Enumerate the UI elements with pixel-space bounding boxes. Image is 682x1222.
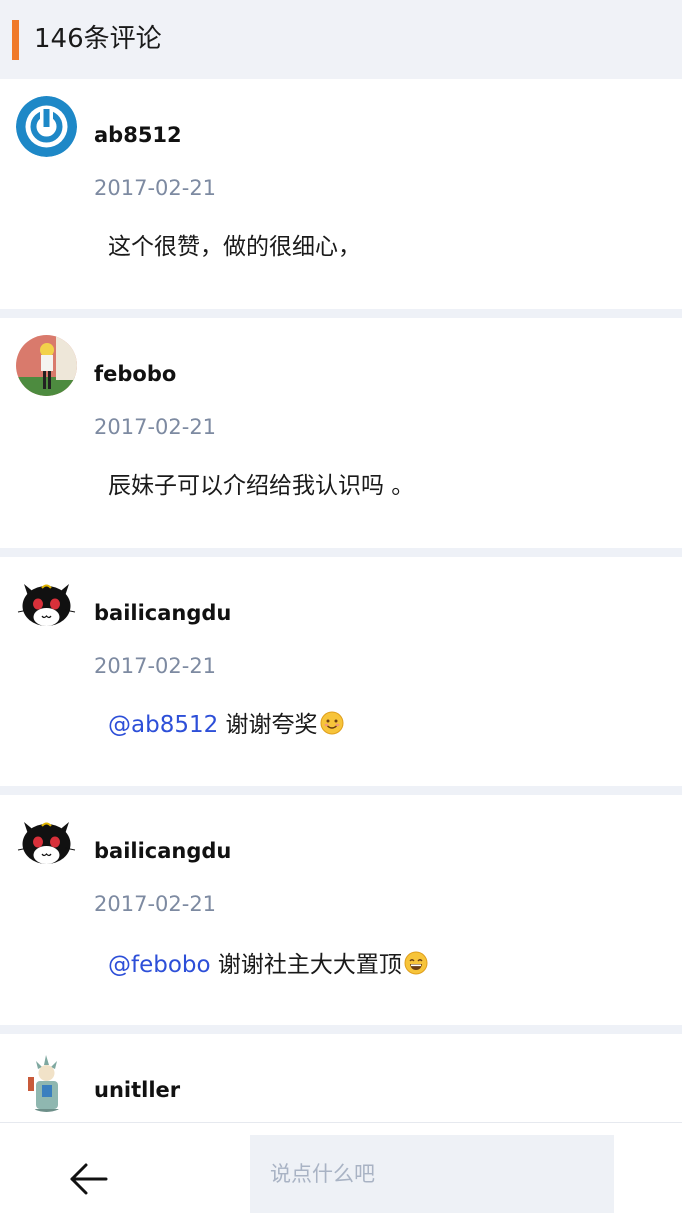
comment-username[interactable]: ab8512 [94,121,182,149]
comment-separator [0,548,682,557]
comment-item: febobo 2017-02-21 辰妹子可以介绍给我认识吗 。 [0,318,682,548]
comment-item: unitller [0,1034,682,1122]
comment-body: 谢谢夸奖 [225,712,318,738]
comment-item: bailicangdu 2017-02-21 @febobo 谢谢社主大大置顶 [0,795,682,1025]
user-avatar[interactable] [16,96,77,157]
comment-username[interactable]: bailicangdu [94,599,231,627]
comment-separator [0,309,682,318]
mention-link[interactable]: @ab8512 [108,712,218,738]
comment-username[interactable]: bailicangdu [94,837,231,865]
statue-avatar-icon [16,1051,77,1112]
user-avatar[interactable] [16,812,77,873]
comment-body: 谢谢社主大大置顶 [217,952,402,978]
comment-text: @febobo 谢谢社主大大置顶 [108,949,428,981]
comment-item: ab8512 2017-02-21 这个很赞，做的很细心， [0,79,682,309]
user-avatar[interactable] [16,1051,77,1112]
comment-date: 2017-02-21 [94,892,217,916]
mention-link[interactable]: @febobo [108,952,211,978]
black-cat-avatar-icon [16,574,77,635]
comment-username[interactable]: febobo [94,360,176,388]
comment-date: 2017-02-21 [94,654,217,678]
black-cat-avatar-icon [16,812,77,873]
comment-date: 2017-02-21 [94,176,217,200]
comment-text: 辰妹子可以介绍给我认识吗 。 [108,470,414,502]
comment-username[interactable]: unitller [94,1076,180,1104]
power-logo-avatar-icon [16,96,77,157]
comment-separator [0,786,682,795]
grin-emoji-icon [404,951,428,975]
comment-input[interactable] [250,1135,614,1213]
back-button[interactable] [64,1159,112,1199]
photo-avatar-icon [16,335,77,396]
comment-separator [0,1025,682,1034]
comment-body: 这个很赞，做的很细心， [108,234,361,260]
comment-text: 这个很赞，做的很细心， [108,231,361,263]
comment-text: @ab8512 谢谢夸奖 [108,709,344,741]
comment-count-title: 146条评论 [34,24,162,54]
user-avatar[interactable] [16,574,77,635]
bottom-action-bar [0,1122,682,1222]
header-accent-bar [12,20,19,60]
smile-emoji-icon [320,711,344,735]
comment-date: 2017-02-21 [94,415,217,439]
comments-header: 146条评论 [0,0,682,79]
comment-item: bailicangdu 2017-02-21 @ab8512 谢谢夸奖 [0,557,682,787]
comment-body: 辰妹子可以介绍给我认识吗 。 [108,473,415,499]
back-arrow-icon [70,1163,108,1195]
user-avatar[interactable] [16,335,77,396]
